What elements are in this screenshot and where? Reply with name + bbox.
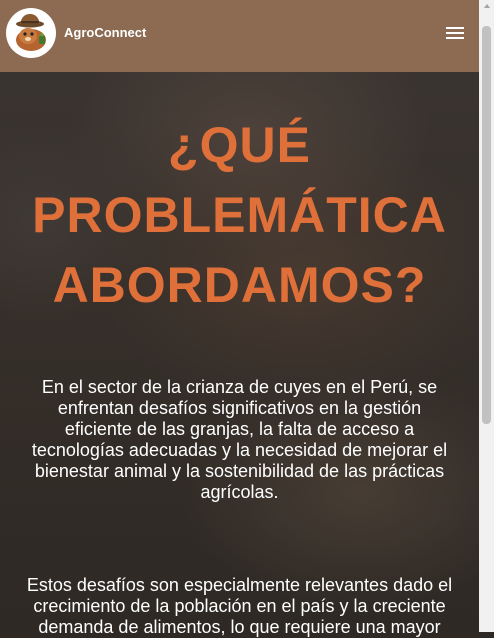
title-line: ¿QUÉ (168, 117, 311, 173)
scroll-up-icon[interactable] (484, 4, 490, 8)
title-line: PROBLEMÁTICA (32, 187, 447, 243)
scrollbar-thumb[interactable] (482, 26, 491, 424)
navbar: AgroConnect (0, 0, 479, 72)
challenges-paragraph: Estos desafíos son especialmente relevan… (0, 575, 479, 638)
paragraph-line: bienestar animal y la sostenibilidad de … (34, 461, 445, 481)
paragraph-line: Estos desafíos son especialmente relevan… (26, 575, 453, 595)
paragraph-line: tecnologías adecuadas y la necesidad de … (31, 440, 448, 460)
title-line: ABORDAMOS? (52, 257, 427, 313)
paragraph-line: agrícolas. (200, 482, 279, 502)
brand-name[interactable]: AgroConnect (64, 25, 146, 40)
paragraph-line: enfrentan desafíos significativos en la … (57, 398, 422, 418)
guinea-pig-logo-icon[interactable] (6, 8, 56, 58)
paragraph-line: En el sector de la crianza de cuyes en e… (41, 377, 438, 397)
hamburger-menu-icon[interactable] (444, 24, 466, 42)
paragraph-line: eficiente de las granjas, la falta de ac… (64, 419, 415, 439)
problem-paragraph: En el sector de la crianza de cuyes en e… (0, 377, 479, 503)
paragraph-line: demanda de alimentos, lo que requiere un… (38, 617, 441, 637)
paragraph-line: crecimiento de la población en el país y… (33, 596, 446, 616)
page-title: ¿QUÉ PROBLEMÁTICA ABORDAMOS? (0, 110, 479, 320)
